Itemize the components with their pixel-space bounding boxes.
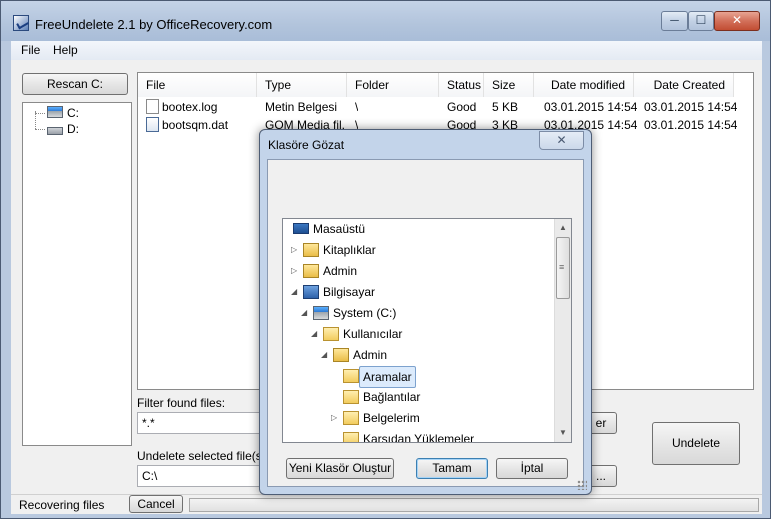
tree-item-label: Belgelerim [363,411,420,425]
computer-icon [303,285,319,299]
new-folder-button[interactable]: Yeni Klasör Oluştur [286,458,394,479]
tree-scrollbar[interactable]: ▲ ≡ ▼ [554,219,571,442]
desktop-icon [293,223,309,234]
drive-tree[interactable]: C: D: [22,102,132,446]
cell-folder: \ [355,100,359,114]
folder-tree[interactable]: Masaüstü ▷ Kitaplıklar ▷ Admin ◢ Bilgisa… [282,218,572,443]
column-header-date-modified[interactable]: Date modified [534,73,634,97]
system-drive-icon [47,106,63,118]
minimize-button[interactable]: ─ [661,11,688,31]
scroll-thumb[interactable]: ≡ [556,237,570,299]
undelete-target-label: Undelete selected file(s) to [137,449,280,463]
documents-folder-icon [343,411,359,425]
window-title: FreeUndelete 2.1 by OfficeRecovery.com [35,17,273,32]
links-folder-icon [343,390,359,404]
searches-folder-icon [343,369,359,383]
tree-item-label: Admin [353,348,388,362]
app-icon [13,15,29,31]
status-text: Recovering files [19,498,105,512]
tree-item-label: Bağlantılar [363,390,421,404]
user-folder-icon [303,264,319,278]
drive-label: C: [67,106,79,120]
libraries-icon [303,243,319,257]
column-header-size[interactable]: Size [484,73,534,97]
drive-icon [47,127,63,135]
rescan-button[interactable]: Rescan C: [22,73,128,95]
grip-icon: ≡ [559,262,565,272]
cell-file: bootex.log [162,100,218,114]
folder-icon [323,327,339,341]
maximize-button[interactable]: ☐ [688,11,714,31]
column-header-folder[interactable]: Folder [347,73,439,97]
tree-item-label: Admin [323,264,358,278]
tree-item-label: Bilgisayar [323,285,376,299]
column-header-type[interactable]: Type [257,73,347,97]
progress-bar [189,498,759,512]
cell-file: bootsqm.dat [162,118,229,132]
tree-item-label: Masaüstü [313,222,366,236]
menu-bar: File Help [11,41,762,60]
tree-connector [35,129,45,130]
dialog-close-button[interactable]: ✕ [539,131,584,150]
tree-item-label: Karşıdan Yüklemeler [363,432,475,443]
text-file-icon [146,99,159,114]
undelete-path-input[interactable]: C:\ [137,465,267,487]
tree-item-label: Aramalar [359,366,416,388]
downloads-folder-icon [343,432,359,442]
dialog-body: Masaüstü ▷ Kitaplıklar ▷ Admin ◢ Bilgisa… [267,159,584,487]
cell-status: Good [447,100,477,114]
status-bar: Recovering files Cancel [11,494,762,514]
scroll-up-arrow-icon[interactable]: ▲ [555,219,571,236]
collapse-arrow-icon[interactable]: ◢ [291,282,297,302]
tree-item-label: Kullanıcılar [343,327,403,341]
title-bar[interactable]: FreeUndelete 2.1 by OfficeRecovery.com ─… [1,1,770,41]
user-folder-icon [333,348,349,362]
scroll-down-arrow-icon[interactable]: ▼ [555,424,571,441]
expand-arrow-icon[interactable]: ▷ [331,408,337,428]
expand-arrow-icon[interactable]: ▷ [291,261,297,281]
filter-label: Filter found files: [137,396,226,410]
dat-file-icon [146,117,159,132]
expand-arrow-icon[interactable]: ▷ [291,240,297,260]
menu-file[interactable]: File [21,43,40,57]
ok-button[interactable]: Tamam [416,458,488,479]
cell-size: 5 KB [492,100,519,114]
collapse-arrow-icon[interactable]: ◢ [301,303,307,323]
resize-grip[interactable] [577,480,587,490]
cell-type: Metin Belgesi [265,100,338,114]
filter-input[interactable]: *.* [137,412,267,434]
cell-date-modified: 03.01.2015 14:54 [544,100,638,114]
collapse-arrow-icon[interactable]: ◢ [321,345,327,365]
browse-folder-dialog: Klasöre Gözat ✕ Masaüstü ▷ Kitaplıklar ▷… [259,129,592,495]
cell-date-created: 03.01.2015 14:54 [644,118,738,132]
tree-item-label: System (C:) [333,306,397,320]
undelete-button[interactable]: Undelete [652,422,740,465]
drive-label: D: [67,122,79,136]
dialog-cancel-button[interactable]: İptal [496,458,568,479]
menu-help[interactable]: Help [53,43,78,57]
tree-connector [35,113,45,114]
column-header-status[interactable]: Status [439,73,484,97]
system-drive-icon [313,306,329,320]
column-header-file[interactable]: File [138,73,257,97]
dialog-title: Klasöre Gözat [268,138,345,152]
close-button[interactable]: ✕ [714,11,760,31]
tree-item-label: Kitaplıklar [323,243,376,257]
column-header-date-created[interactable]: Date Created [634,73,734,97]
cancel-recovery-button[interactable]: Cancel [129,495,183,513]
cell-date-created: 03.01.2015 14:54 [644,100,738,114]
collapse-arrow-icon[interactable]: ◢ [311,324,317,344]
